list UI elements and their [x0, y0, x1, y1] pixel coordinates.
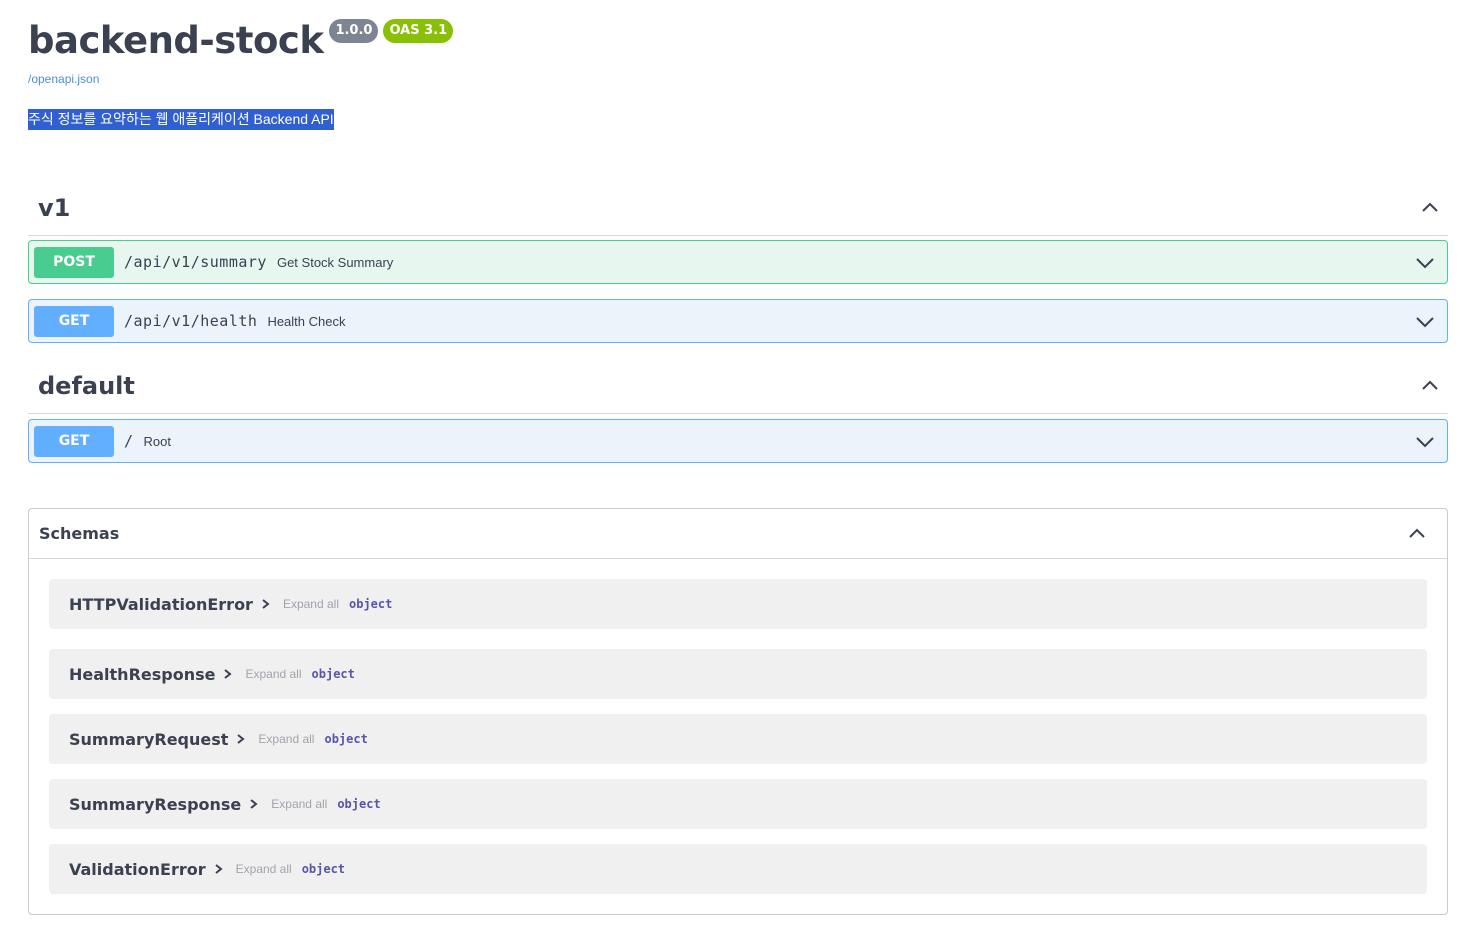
model-type: object — [301, 862, 346, 876]
method-badge: POST — [34, 246, 114, 278]
tag-name: default — [38, 371, 135, 400]
model-item[interactable]: HTTPValidationError Expand all object — [49, 579, 1427, 629]
api-title: backend-stock — [28, 19, 324, 62]
model-item[interactable]: SummaryResponse Expand all object — [49, 779, 1427, 829]
chevron-up-icon[interactable] — [1412, 371, 1448, 401]
schemas-title: Schemas — [39, 524, 120, 543]
operation-path: /api/v1/summary — [124, 253, 267, 271]
expand-all-button[interactable]: Expand all — [283, 597, 339, 611]
chevron-up-icon[interactable] — [1399, 519, 1435, 549]
openapi-json-link[interactable]: /openapi.json — [28, 72, 99, 86]
chevron-right-icon[interactable] — [247, 797, 261, 811]
operation-summary: Get Stock Summary — [276, 254, 394, 270]
model-item[interactable]: HealthResponse Expand all object — [49, 649, 1427, 699]
chevron-right-icon[interactable] — [221, 667, 235, 681]
tag-name: v1 — [38, 193, 71, 222]
chevron-down-icon[interactable] — [1407, 427, 1443, 457]
method-badge: GET — [34, 305, 114, 337]
model-name[interactable]: HTTPValidationError — [69, 595, 253, 614]
expand-all-button[interactable]: Expand all — [258, 732, 314, 746]
tag-header-v1[interactable]: v1 — [28, 180, 1448, 236]
chevron-down-icon[interactable] — [1407, 248, 1443, 278]
model-type: object — [311, 667, 355, 681]
operation-get-health[interactable]: GET /api/v1/health Health Check — [28, 299, 1448, 343]
schemas-header[interactable]: Schemas — [29, 509, 1447, 559]
model-item[interactable]: SummaryRequest Expand all object — [49, 714, 1427, 764]
model-name[interactable]: SummaryRequest — [69, 730, 228, 749]
tag-header-default[interactable]: default — [28, 358, 1448, 414]
api-info: backend-stock 1.0.0 OAS 3.1 /openapi.jso… — [28, 14, 1448, 130]
api-description: 주식 정보를 요약하는 웹 애플리케이션 Backend API — [28, 109, 334, 130]
chevron-right-icon[interactable] — [212, 862, 226, 876]
chevron-up-icon[interactable] — [1412, 193, 1448, 223]
model-name[interactable]: SummaryResponse — [69, 795, 241, 814]
model-type: object — [324, 732, 368, 746]
model-type: object — [337, 797, 381, 811]
chevron-right-icon[interactable] — [234, 732, 248, 746]
model-item[interactable]: ValidationError Expand all object — [49, 844, 1427, 894]
operation-get-root[interactable]: GET / Root — [28, 419, 1448, 463]
model-name[interactable]: HealthResponse — [69, 665, 215, 684]
operation-summary: Root — [143, 433, 171, 449]
expand-all-button[interactable]: Expand all — [245, 667, 301, 681]
schemas-section: Schemas HTTPValidationError Expand all o… — [28, 508, 1448, 915]
version-badge: 1.0.0 — [329, 19, 379, 43]
expand-all-button[interactable]: Expand all — [236, 862, 292, 876]
method-badge: GET — [34, 425, 114, 457]
model-name[interactable]: ValidationError — [69, 860, 206, 879]
model-type: object — [349, 597, 393, 611]
oas-badge: OAS 3.1 — [383, 19, 454, 43]
operation-summary: Health Check — [267, 313, 346, 329]
operation-path: /api/v1/health — [124, 312, 258, 330]
title-row: backend-stock 1.0.0 OAS 3.1 — [28, 14, 1448, 68]
expand-all-button[interactable]: Expand all — [271, 797, 327, 811]
chevron-right-icon[interactable] — [259, 597, 273, 611]
operation-path: / — [124, 432, 134, 450]
operation-post-summary[interactable]: POST /api/v1/summary Get Stock Summary — [28, 240, 1448, 284]
chevron-down-icon[interactable] — [1407, 307, 1443, 337]
